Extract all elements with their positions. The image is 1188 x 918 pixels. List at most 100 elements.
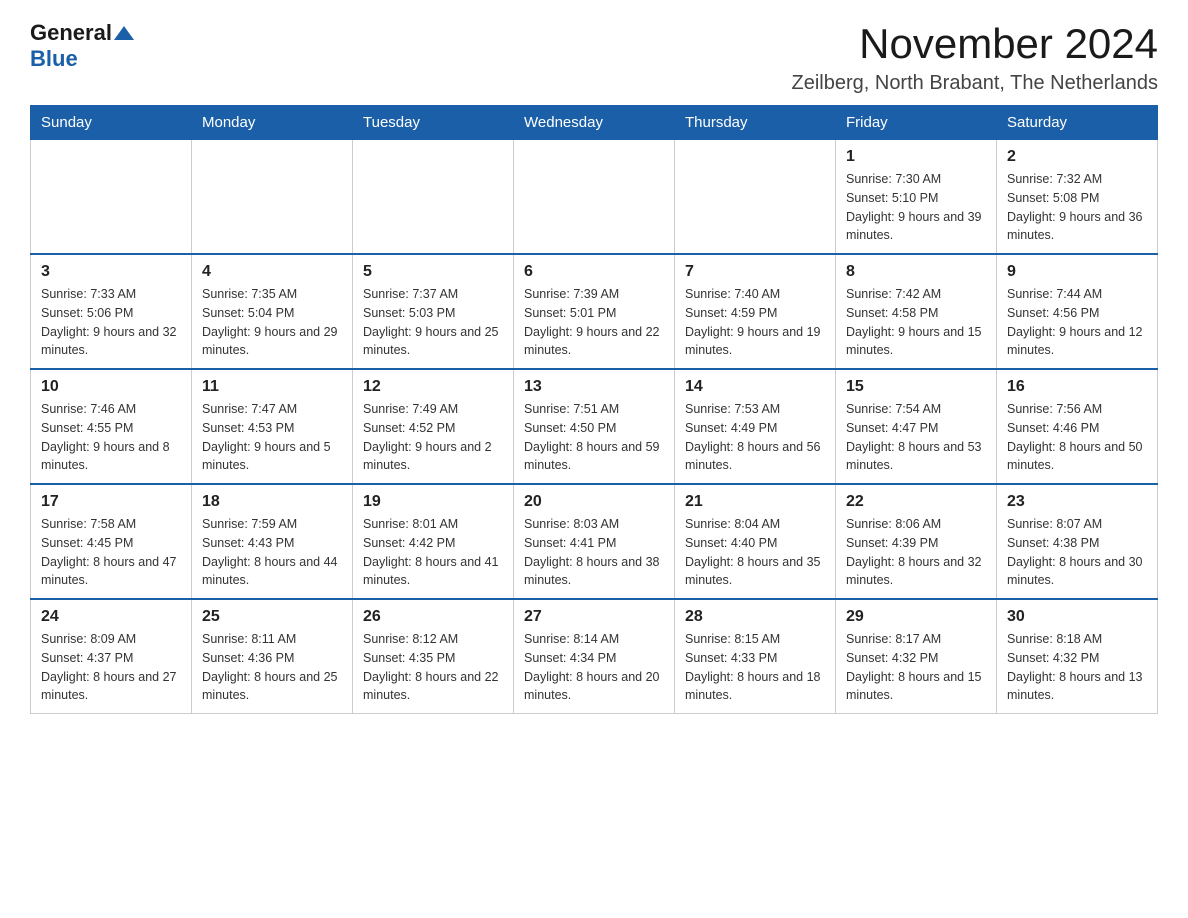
calendar-cell (31, 140, 192, 255)
day-info: Sunrise: 8:15 AMSunset: 4:33 PMDaylight:… (685, 630, 825, 705)
weekday-header-thursday: Thursday (675, 106, 836, 140)
day-number: 4 (202, 263, 342, 281)
day-info: Sunrise: 7:47 AMSunset: 4:53 PMDaylight:… (202, 400, 342, 475)
calendar-cell: 13 Sunrise: 7:51 AMSunset: 4:50 PMDayligh… (514, 369, 675, 484)
week-row-4: 17 Sunrise: 7:58 AMSunset: 4:45 PMDayligh… (31, 484, 1158, 599)
day-info: Sunrise: 7:49 AMSunset: 4:52 PMDaylight:… (363, 400, 503, 475)
calendar-cell: 5 Sunrise: 7:37 AMSunset: 5:03 PMDaylight… (353, 254, 514, 369)
day-number: 13 (524, 378, 664, 396)
calendar-cell: 12Sunrise: 7:49 AMSunset: 4:52 PMDayligh… (353, 369, 514, 484)
day-info: Sunrise: 8:09 AMSunset: 4:37 PMDaylight:… (41, 630, 181, 705)
week-row-1: 1 Sunrise: 7:30 AMSunset: 5:10 PMDaylight… (31, 140, 1158, 255)
day-number: 9 (1007, 263, 1147, 281)
day-info: Sunrise: 8:12 AMSunset: 4:35 PMDaylight:… (363, 630, 503, 705)
weekday-header-sunday: Sunday (31, 106, 192, 140)
day-number: 18 (202, 493, 342, 511)
day-number: 6 (524, 263, 664, 281)
calendar-cell (353, 140, 514, 255)
day-number: 14 (685, 378, 825, 396)
day-info: Sunrise: 7:33 AMSunset: 5:06 PMDaylight:… (41, 285, 181, 360)
calendar-cell: 21Sunrise: 8:04 AMSunset: 4:40 PMDayligh… (675, 484, 836, 599)
weekday-header-friday: Friday (836, 106, 997, 140)
day-info: Sunrise: 7:30 AMSunset: 5:10 PMDaylight:… (846, 170, 986, 245)
week-row-3: 10 Sunrise: 7:46 AMSunset: 4:55 PMDayligh… (31, 369, 1158, 484)
day-info: Sunrise: 7:44 AMSunset: 4:56 PMDaylight:… (1007, 285, 1147, 360)
day-info: Sunrise: 7:53 AMSunset: 4:49 PMDaylight:… (685, 400, 825, 475)
calendar-cell: 19 Sunrise: 8:01 AMSunset: 4:42 PMDayligh… (353, 484, 514, 599)
logo-general-text: General (30, 20, 112, 46)
day-info: Sunrise: 8:04 AMSunset: 4:40 PMDaylight:… (685, 515, 825, 590)
calendar-cell (675, 140, 836, 255)
calendar-cell: 4 Sunrise: 7:35 AMSunset: 5:04 PMDaylight… (192, 254, 353, 369)
calendar-cell: 9 Sunrise: 7:44 AMSunset: 4:56 PMDaylight… (997, 254, 1158, 369)
day-info: Sunrise: 7:51 AMSunset: 4:50 PMDaylight:… (524, 400, 664, 475)
logo-triangle-icon (114, 26, 134, 40)
logo: General Blue (30, 20, 134, 72)
calendar-cell: 24 Sunrise: 8:09 AMSunset: 4:37 PMDayligh… (31, 599, 192, 714)
day-number: 1 (846, 148, 986, 166)
calendar-cell (514, 140, 675, 255)
week-row-2: 3 Sunrise: 7:33 AMSunset: 5:06 PMDaylight… (31, 254, 1158, 369)
calendar-cell: 3 Sunrise: 7:33 AMSunset: 5:06 PMDaylight… (31, 254, 192, 369)
day-info: Sunrise: 7:46 AMSunset: 4:55 PMDaylight:… (41, 400, 181, 475)
day-info: Sunrise: 7:39 AMSunset: 5:01 PMDaylight:… (524, 285, 664, 360)
title-section: November 2024 Zeilberg, North Brabant, T… (792, 20, 1159, 95)
day-number: 15 (846, 378, 986, 396)
day-number: 7 (685, 263, 825, 281)
calendar-table: SundayMondayTuesdayWednesdayThursdayFrid… (30, 105, 1158, 714)
calendar-cell: 6 Sunrise: 7:39 AMSunset: 5:01 PMDaylight… (514, 254, 675, 369)
day-info: Sunrise: 7:42 AMSunset: 4:58 PMDaylight:… (846, 285, 986, 360)
calendar-cell: 11Sunrise: 7:47 AMSunset: 4:53 PMDayligh… (192, 369, 353, 484)
day-info: Sunrise: 7:56 AMSunset: 4:46 PMDaylight:… (1007, 400, 1147, 475)
day-number: 29 (846, 608, 986, 626)
day-number: 16 (1007, 378, 1147, 396)
day-number: 28 (685, 608, 825, 626)
day-info: Sunrise: 8:11 AMSunset: 4:36 PMDaylight:… (202, 630, 342, 705)
calendar-cell: 2Sunrise: 7:32 AMSunset: 5:08 PMDaylight… (997, 140, 1158, 255)
calendar-cell: 27Sunrise: 8:14 AMSunset: 4:34 PMDayligh… (514, 599, 675, 714)
day-number: 8 (846, 263, 986, 281)
day-number: 17 (41, 493, 181, 511)
calendar-header-row: SundayMondayTuesdayWednesdayThursdayFrid… (31, 106, 1158, 140)
weekday-header-wednesday: Wednesday (514, 106, 675, 140)
calendar-cell: 30Sunrise: 8:18 AMSunset: 4:32 PMDayligh… (997, 599, 1158, 714)
day-number: 25 (202, 608, 342, 626)
location-title: Zeilberg, North Brabant, The Netherlands (792, 72, 1159, 95)
calendar-cell: 16 Sunrise: 7:56 AMSunset: 4:46 PMDayligh… (997, 369, 1158, 484)
day-info: Sunrise: 7:59 AMSunset: 4:43 PMDaylight:… (202, 515, 342, 590)
day-number: 5 (363, 263, 503, 281)
calendar-cell: 8 Sunrise: 7:42 AMSunset: 4:58 PMDaylight… (836, 254, 997, 369)
calendar-cell: 28 Sunrise: 8:15 AMSunset: 4:33 PMDayligh… (675, 599, 836, 714)
weekday-header-saturday: Saturday (997, 106, 1158, 140)
calendar-cell: 22Sunrise: 8:06 AMSunset: 4:39 PMDayligh… (836, 484, 997, 599)
day-number: 3 (41, 263, 181, 281)
day-info: Sunrise: 7:58 AMSunset: 4:45 PMDaylight:… (41, 515, 181, 590)
calendar-cell: 29Sunrise: 8:17 AMSunset: 4:32 PMDayligh… (836, 599, 997, 714)
day-info: Sunrise: 8:07 AMSunset: 4:38 PMDaylight:… (1007, 515, 1147, 590)
calendar-cell: 20Sunrise: 8:03 AMSunset: 4:41 PMDayligh… (514, 484, 675, 599)
day-info: Sunrise: 7:37 AMSunset: 5:03 PMDaylight:… (363, 285, 503, 360)
calendar-cell: 7 Sunrise: 7:40 AMSunset: 4:59 PMDaylight… (675, 254, 836, 369)
day-info: Sunrise: 7:54 AMSunset: 4:47 PMDaylight:… (846, 400, 986, 475)
day-number: 2 (1007, 148, 1147, 166)
calendar-cell: 17 Sunrise: 7:58 AMSunset: 4:45 PMDayligh… (31, 484, 192, 599)
weekday-header-monday: Monday (192, 106, 353, 140)
day-number: 10 (41, 378, 181, 396)
page-header: General Blue November 2024 Zeilberg, Nor… (30, 20, 1158, 95)
day-info: Sunrise: 8:06 AMSunset: 4:39 PMDaylight:… (846, 515, 986, 590)
calendar-cell: 25 Sunrise: 8:11 AMSunset: 4:36 PMDayligh… (192, 599, 353, 714)
weekday-header-tuesday: Tuesday (353, 106, 514, 140)
day-info: Sunrise: 7:40 AMSunset: 4:59 PMDaylight:… (685, 285, 825, 360)
day-number: 23 (1007, 493, 1147, 511)
day-info: Sunrise: 8:18 AMSunset: 4:32 PMDaylight:… (1007, 630, 1147, 705)
calendar-cell: 23 Sunrise: 8:07 AMSunset: 4:38 PMDayligh… (997, 484, 1158, 599)
day-info: Sunrise: 7:35 AMSunset: 5:04 PMDaylight:… (202, 285, 342, 360)
calendar-cell: 18 Sunrise: 7:59 AMSunset: 4:43 PMDayligh… (192, 484, 353, 599)
day-info: Sunrise: 8:14 AMSunset: 4:34 PMDaylight:… (524, 630, 664, 705)
day-number: 19 (363, 493, 503, 511)
day-number: 24 (41, 608, 181, 626)
calendar-cell: 14 Sunrise: 7:53 AMSunset: 4:49 PMDayligh… (675, 369, 836, 484)
day-info: Sunrise: 8:01 AMSunset: 4:42 PMDaylight:… (363, 515, 503, 590)
calendar-cell: 10 Sunrise: 7:46 AMSunset: 4:55 PMDayligh… (31, 369, 192, 484)
month-title: November 2024 (792, 20, 1159, 68)
